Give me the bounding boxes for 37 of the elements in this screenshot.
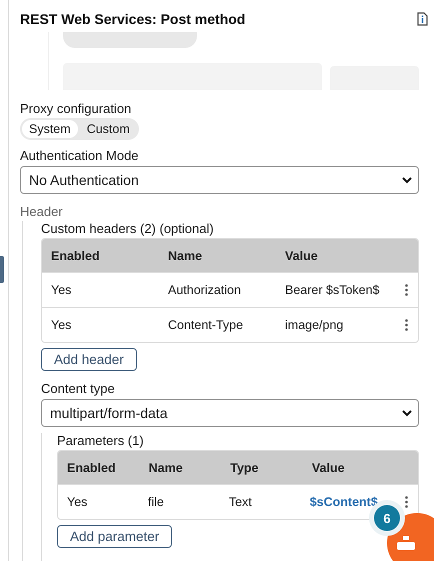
more-icon[interactable]: [405, 496, 408, 508]
segmented-control[interactable]: System Custom: [20, 118, 139, 140]
column-header: Enabled: [50, 248, 101, 262]
select-field[interactable]: No Authentication: [20, 166, 419, 194]
count-badge: 6: [374, 505, 400, 531]
segment-option[interactable]: Custom: [80, 120, 137, 138]
more-icon[interactable]: [405, 284, 408, 296]
column-header: Value: [284, 248, 319, 262]
column-header: Type: [229, 460, 260, 474]
select-field[interactable]: multipart/form-data: [41, 399, 419, 427]
column-header: Name: [167, 248, 204, 262]
column-header: Value: [310, 460, 346, 474]
field-label: Proxy configuration: [20, 101, 132, 116]
segment-option[interactable]: System: [22, 120, 78, 138]
field-label: Authentication Mode: [20, 148, 140, 163]
more-icon[interactable]: [405, 319, 408, 331]
table-cell-text: Yes: [50, 318, 72, 332]
caret-icon: [402, 410, 412, 416]
field-label: Custom headers (2) (optional): [41, 221, 215, 236]
section-label: Header: [20, 204, 64, 219]
add-header-button[interactable]: Add header: [41, 348, 137, 371]
table-cell-text: Authorization: [167, 283, 242, 297]
table-cell-text: image/png: [284, 318, 344, 332]
field-label: Content type: [41, 381, 116, 396]
add-parameter-button[interactable]: Add parameter: [57, 525, 172, 548]
caret-icon: [402, 176, 412, 184]
table-cell-text: Text: [228, 495, 253, 509]
column-header: Name: [148, 460, 184, 474]
info-icon[interactable]: [417, 12, 428, 26]
table-cell-text: file: [146, 495, 165, 509]
panel-title: REST Web Services: Post method: [20, 11, 246, 27]
table-cell-text: Yes: [50, 283, 72, 297]
table-cell-text: Bearer $sToken$: [284, 283, 381, 297]
field-label: Parameters (1): [57, 433, 145, 448]
column-header: Enabled: [66, 460, 117, 474]
table-cell-text: Yes: [66, 495, 88, 509]
table-cell-text: Content-Type: [167, 318, 244, 332]
